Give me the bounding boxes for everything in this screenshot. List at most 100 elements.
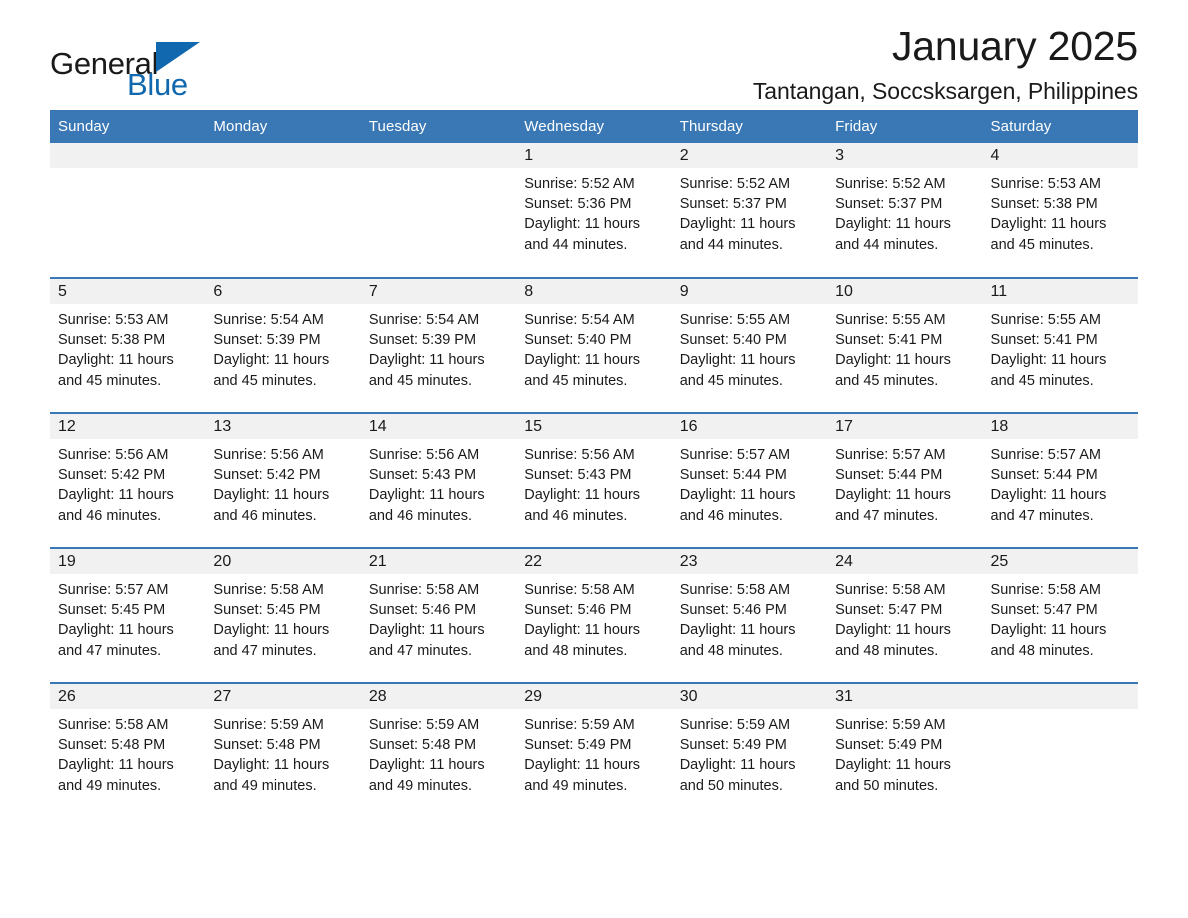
calendar-day-cell[interactable]: 17 Sunrise: 5:57 AM Sunset: 5:44 PM Dayligh… <box>827 412 983 548</box>
calendar-day-cell[interactable]: 11 Sunrise: 5:55 AM Sunset: 5:41 PM Dayligh… <box>982 277 1138 413</box>
weekday-header-wednesday: Wednesday <box>516 110 672 143</box>
calendar-day-cell[interactable]: 19 Sunrise: 5:57 AM Sunset: 5:45 PM Dayligh… <box>50 547 206 683</box>
calendar-day-cell[interactable]: 3 Sunrise: 5:52 AM Sunset: 5:37 PM Daylight… <box>827 143 983 278</box>
sunset-text: Sunset: 5:49 PM <box>835 737 943 754</box>
calendar-day-cell[interactable]: 24 Sunrise: 5:58 AM Sunset: 5:47 PM Dayligh… <box>827 547 983 683</box>
sunset-text: Sunset: 5:48 PM <box>58 737 166 754</box>
sunrise-text: Sunrise: 5:52 AM <box>524 176 635 192</box>
daylight-text-line1: Daylight: 11 hours <box>524 487 641 504</box>
daylight-text-line2: and 47 minutes. <box>990 507 1094 524</box>
calendar-day-cell[interactable]: 8 Sunrise: 5:54 AM Sunset: 5:40 PM Daylight… <box>516 277 672 413</box>
sunrise-text: Sunrise: 5:56 AM <box>213 447 324 463</box>
day-sun-info: Sunrise: 5:58 AM Sunset: 5:47 PM Daylight:… <box>983 574 1138 661</box>
sunrise-text: Sunrise: 5:53 AM <box>58 312 169 328</box>
page-masthead: General Blue January 2025 Tantangan, Soc… <box>50 0 1138 110</box>
calendar-day-cell[interactable]: 2 Sunrise: 5:52 AM Sunset: 5:37 PM Daylight… <box>671 143 828 278</box>
day-number: 22 <box>516 549 672 574</box>
sunset-text: Sunset: 5:48 PM <box>368 737 477 754</box>
day-number: 8 <box>516 279 672 304</box>
sunset-text: Sunset: 5:38 PM <box>58 332 166 349</box>
calendar-day-cell[interactable]: 30 Sunrise: 5:59 AM Sunset: 5:49 PM Dayligh… <box>671 682 828 818</box>
daylight-text-line2: and 44 minutes. <box>679 236 783 253</box>
daylight-text-line2: and 44 minutes. <box>524 236 628 253</box>
daylight-text-line2: and 47 minutes. <box>368 642 473 659</box>
day-number: 11 <box>982 279 1138 304</box>
calendar-day-cell[interactable]: 22 Sunrise: 5:58 AM Sunset: 5:46 PM Dayligh… <box>516 547 672 683</box>
daylight-text-line1: Daylight: 11 hours <box>679 352 796 369</box>
daylight-text-line1: Daylight: 11 hours <box>835 352 951 369</box>
calendar-day-cell[interactable]: 27 Sunrise: 5:59 AM Sunset: 5:48 PM Dayligh… <box>205 682 361 818</box>
calendar-day-cell[interactable]: 1 Sunrise: 5:52 AM Sunset: 5:36 PM Daylight… <box>516 143 672 278</box>
daylight-text-line1: Daylight: 11 hours <box>835 487 951 504</box>
day-number: 25 <box>982 549 1138 574</box>
sunset-text: Sunset: 5:43 PM <box>524 467 632 484</box>
day-number: 21 <box>360 549 517 574</box>
calendar-day-cell[interactable]: 18 Sunrise: 5:57 AM Sunset: 5:44 PM Dayligh… <box>982 412 1138 548</box>
day-number: 10 <box>827 279 983 304</box>
daylight-text-line1: Daylight: 11 hours <box>58 487 174 504</box>
calendar-day-cell[interactable]: 13 Sunrise: 5:56 AM Sunset: 5:42 PM Dayligh… <box>205 412 361 548</box>
daylight-text-line2: and 48 minutes. <box>679 642 783 659</box>
sunrise-text: Sunrise: 5:58 AM <box>524 582 635 598</box>
day-number: 20 <box>205 549 361 574</box>
day-number <box>360 143 517 168</box>
calendar-day-cell[interactable]: 20 Sunrise: 5:58 AM Sunset: 5:45 PM Dayligh… <box>205 547 361 683</box>
calendar-day-cell[interactable]: 14 Sunrise: 5:56 AM Sunset: 5:43 PM Dayligh… <box>360 412 517 548</box>
daylight-text-line1: Daylight: 11 hours <box>524 757 641 774</box>
weekday-header-sunday: Sunday <box>50 110 206 143</box>
daylight-text-line1: Daylight: 11 hours <box>990 622 1107 639</box>
sunrise-text: Sunrise: 5:52 AM <box>835 176 946 192</box>
sunset-text: Sunset: 5:45 PM <box>58 602 166 619</box>
sunrise-text: Sunrise: 5:56 AM <box>524 447 635 463</box>
daylight-text-line2: and 49 minutes. <box>524 777 628 794</box>
sunrise-text: Sunrise: 5:55 AM <box>990 312 1101 328</box>
day-sun-info: Sunrise: 5:59 AM Sunset: 5:49 PM Daylight:… <box>516 709 671 796</box>
calendar-day-cell[interactable]: 12 Sunrise: 5:56 AM Sunset: 5:42 PM Dayligh… <box>50 412 206 548</box>
sunset-text: Sunset: 5:40 PM <box>679 332 787 349</box>
day-number: 29 <box>516 684 672 709</box>
calendar-day-cell[interactable]: 15 Sunrise: 5:56 AM Sunset: 5:43 PM Dayligh… <box>516 412 672 548</box>
day-sun-info: Sunrise: 5:54 AM Sunset: 5:39 PM Daylight:… <box>361 304 516 391</box>
daylight-text-line1: Daylight: 11 hours <box>213 622 330 639</box>
day-sun-info: Sunrise: 5:54 AM Sunset: 5:39 PM Daylight:… <box>205 304 360 391</box>
weekday-header-saturday: Saturday <box>982 110 1138 143</box>
calendar-day-cell[interactable]: 7 Sunrise: 5:54 AM Sunset: 5:39 PM Daylight… <box>360 277 517 413</box>
day-sun-info: Sunrise: 5:58 AM Sunset: 5:46 PM Daylight:… <box>672 574 827 661</box>
calendar-day-cell-empty <box>360 143 517 278</box>
day-number: 5 <box>50 279 206 304</box>
sunrise-text: Sunrise: 5:59 AM <box>213 717 324 733</box>
calendar-day-cell[interactable]: 4 Sunrise: 5:53 AM Sunset: 5:38 PM Daylight… <box>982 143 1138 278</box>
day-sun-info: Sunrise: 5:59 AM Sunset: 5:48 PM Daylight:… <box>361 709 516 796</box>
daylight-text-line1: Daylight: 11 hours <box>679 216 796 233</box>
day-sun-info: Sunrise: 5:56 AM Sunset: 5:42 PM Daylight:… <box>205 439 360 526</box>
calendar-table: Sunday Monday Tuesday Wednesday Thursday… <box>50 110 1138 818</box>
daylight-text-line2: and 48 minutes. <box>835 642 939 659</box>
calendar-day-cell[interactable]: 9 Sunrise: 5:55 AM Sunset: 5:40 PM Daylight… <box>671 277 828 413</box>
calendar-day-cell[interactable]: 10 Sunrise: 5:55 AM Sunset: 5:41 PM Dayligh… <box>827 277 983 413</box>
day-sun-info: Sunrise: 5:57 AM Sunset: 5:44 PM Daylight:… <box>983 439 1138 526</box>
sunrise-text: Sunrise: 5:57 AM <box>58 582 169 598</box>
calendar-day-cell[interactable]: 26 Sunrise: 5:58 AM Sunset: 5:48 PM Dayligh… <box>50 682 206 818</box>
calendar-day-cell[interactable]: 23 Sunrise: 5:58 AM Sunset: 5:46 PM Dayligh… <box>671 547 828 683</box>
day-sun-info: Sunrise: 5:54 AM Sunset: 5:40 PM Daylight:… <box>516 304 671 391</box>
calendar-day-cell[interactable]: 31 Sunrise: 5:59 AM Sunset: 5:49 PM Dayligh… <box>827 682 983 818</box>
calendar-day-cell[interactable]: 28 Sunrise: 5:59 AM Sunset: 5:48 PM Dayligh… <box>360 682 517 818</box>
calendar-day-cell[interactable]: 21 Sunrise: 5:58 AM Sunset: 5:46 PM Dayligh… <box>360 547 517 683</box>
calendar-day-cell[interactable]: 29 Sunrise: 5:59 AM Sunset: 5:49 PM Dayligh… <box>516 682 672 818</box>
sunrise-text: Sunrise: 5:59 AM <box>524 717 635 733</box>
calendar-week-row: 26 Sunrise: 5:58 AM Sunset: 5:48 PM Dayligh… <box>50 682 1138 818</box>
day-number: 24 <box>827 549 983 574</box>
calendar-day-cell[interactable]: 25 Sunrise: 5:58 AM Sunset: 5:47 PM Dayligh… <box>982 547 1138 683</box>
day-number: 6 <box>205 279 361 304</box>
daylight-text-line1: Daylight: 11 hours <box>524 352 641 369</box>
calendar-day-cell[interactable]: 16 Sunrise: 5:57 AM Sunset: 5:44 PM Dayligh… <box>671 412 828 548</box>
brand-logo[interactable]: General Blue <box>50 42 250 106</box>
calendar-day-cell[interactable]: 5 Sunrise: 5:53 AM Sunset: 5:38 PM Daylight… <box>50 277 206 413</box>
day-number: 18 <box>982 414 1138 439</box>
day-sun-info: Sunrise: 5:52 AM Sunset: 5:36 PM Daylight:… <box>516 168 671 255</box>
daylight-text-line2: and 48 minutes. <box>524 642 628 659</box>
day-sun-info: Sunrise: 5:52 AM Sunset: 5:37 PM Daylight:… <box>827 168 982 255</box>
calendar-day-cell[interactable]: 6 Sunrise: 5:54 AM Sunset: 5:39 PM Daylight… <box>205 277 361 413</box>
daylight-text-line2: and 47 minutes. <box>835 507 939 524</box>
daylight-text-line1: Daylight: 11 hours <box>990 487 1107 504</box>
